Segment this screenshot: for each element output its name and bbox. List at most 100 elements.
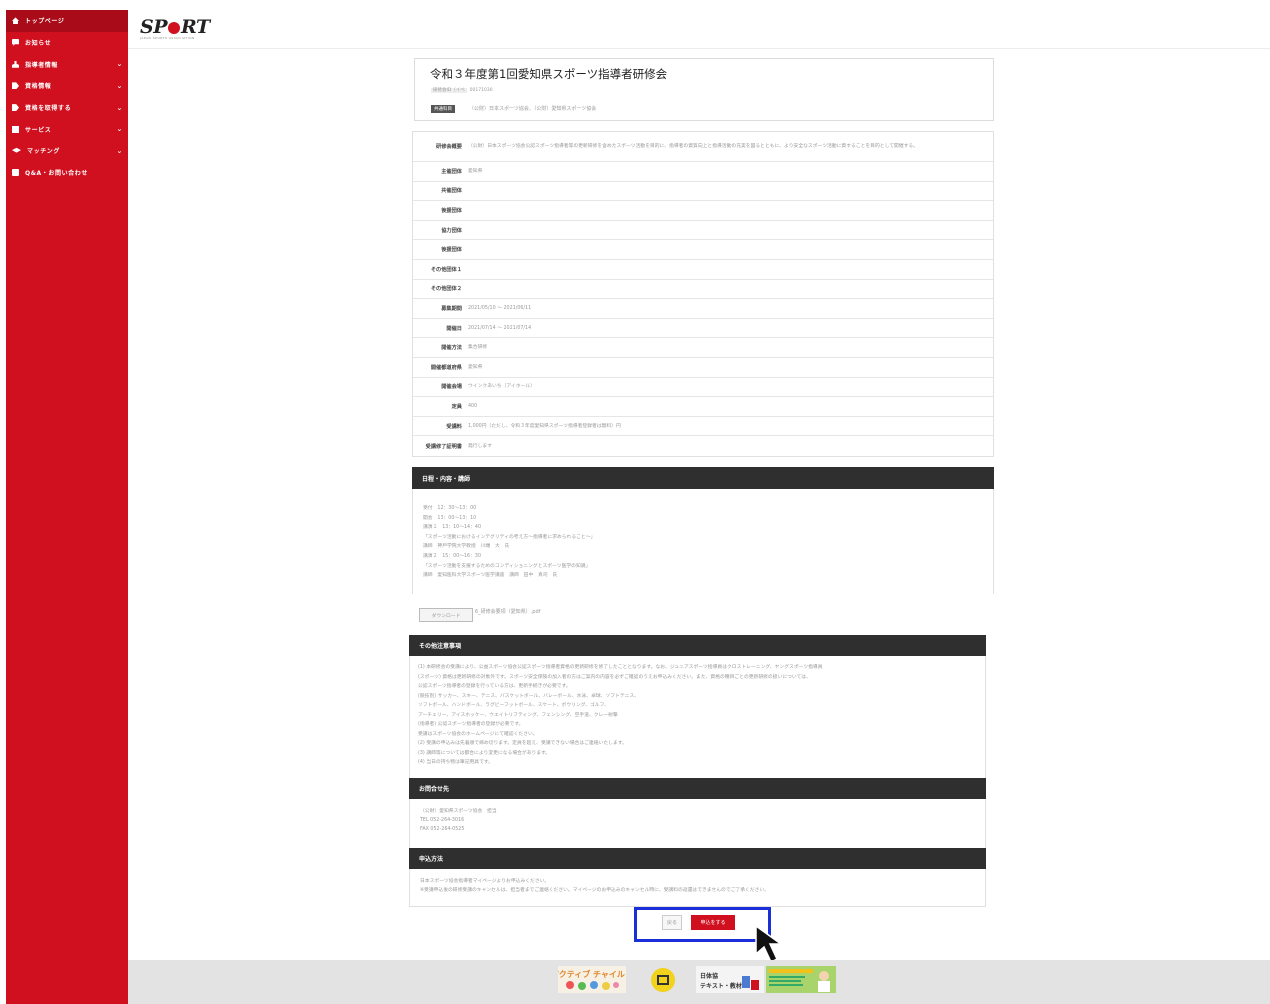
info-row: 開催日 2021/07/14 ～ 2021/07/14 [413,319,993,339]
info-key: 後援団体 [441,207,462,214]
info-row: 後援団体 [413,240,993,260]
chevron-down-icon[interactable]: ⌄ [117,104,123,112]
info-value: 集合研修 [468,345,488,351]
chevron-down-icon[interactable]: ⌄ [117,82,123,90]
footer-banner-textbook[interactable]: 日体協 テキスト・教材 [696,966,764,993]
apply-method-body: 日本スポーツ協会指導者マイページよりお申込みください。 ※受講申込後の研修受講の… [409,869,986,907]
event-organizer: （公財）日本スポーツ協会、（公財）愛知県スポーツ協会 [469,106,597,112]
info-value: 1,000円（ただし、令和３年度愛知県スポーツ指導者登録者は無料）円 [468,423,621,429]
mascot-banner-icon [651,968,675,992]
sidebar-item[interactable]: 指導者情報 ⌄ [6,53,128,75]
info-key: その他団体２ [430,286,462,293]
sidebar-item[interactable]: トップページ [6,10,128,32]
svg-text:日体協: 日体協 [700,972,718,980]
bubble-icon [12,39,19,47]
info-row: 研修会概要 （公財）日本スポーツ協会公認スポーツ指導者等の更新研修を含めたスポーツ… [413,132,993,162]
info-key: 開催会場 [441,384,462,391]
document-link[interactable]: 6_研修会要項（愛知県）.pdf [475,608,540,615]
cap-icon [12,147,21,153]
event-title-card: 令和３年度第1回愛知県スポーツ指導者研修会 研修会ID（イベ 00171030 … [414,58,994,121]
info-value: 2021/05/10 ～ 2021/06/11 [468,305,532,311]
download-button[interactable]: ダウンロード [419,608,473,622]
document-row: ダウンロード 6_研修会要項（愛知県）.pdf [413,598,985,632]
sidebar: トップページ お知らせ指導者情報 ⌄ 資格情報 ⌄ 資格を取得する ⌄ サービス ⌄ マッチング ⌄… [6,10,128,1004]
info-row: その他団体２ [413,280,993,300]
info-key: 開催方法 [441,345,462,352]
schedule-body: 受付 12：30～13：00 開会 13：00～13：10 講演１ 13：10～… [412,489,994,594]
info-row: 受講修了証明書 発行します [413,436,993,456]
chevron-down-icon[interactable]: ⌄ [117,60,123,68]
info-key: 研修会概要 [436,144,462,150]
sidebar-item-label: 指導者情報 [25,61,59,69]
tag-icon [12,104,19,112]
footer-banner-kids[interactable]: アクティブ チャイルド [551,966,633,993]
contact-text: （公財）愛知県スポーツ協会 担当 TEL 052-264-3016 FAX 05… [420,809,497,832]
info-key: その他団体１ [430,266,462,273]
info-key: 主催団体 [441,168,462,175]
apply-button[interactable]: 申込をする [691,915,735,930]
info-key: 共催団体 [441,188,462,195]
header-divider [128,48,1270,49]
info-row: 開催方法 集合研修 [413,338,993,358]
svg-text:アクティブ チャイルド: アクティブ チャイルド [558,969,626,979]
footer-banner-medicine[interactable] [766,966,836,993]
info-row: 開催会場 ウインクあいち（アイホール） [413,378,993,398]
sidebar-item-label: 資格を取得する [25,105,72,113]
person-icon [12,60,19,68]
contact-heading: お問合せ先 [409,778,986,799]
chevron-down-icon[interactable]: ⌄ [117,125,123,133]
info-value: 愛知県 [468,364,483,370]
info-key: 後援団体 [441,247,462,254]
info-row: 主催団体 愛知県 [413,162,993,182]
info-row: 後援団体 [413,201,993,221]
qa-icon [12,169,19,177]
sport-medicine-banner-icon [766,966,836,993]
logo-subtitle: JAPAN SPORTS ASSOCIATION [140,36,195,40]
info-key: 開催日 [446,325,462,332]
event-id: 研修会ID（イベ 00171030 [431,88,493,93]
notes-text: (1) 本研修会の受講により、公益スポーツ協会公認スポーツ指導者資格の更新研修を… [418,665,823,765]
info-key: 定員 [451,403,462,410]
logo-dot-icon [168,22,181,34]
sidebar-item[interactable]: お知らせ [6,32,128,54]
info-value: 2021/07/14 ～ 2021/07/14 [468,325,532,331]
notes-body: (1) 本研修会の受講により、公益スポーツ協会公認スポーツ指導者資格の更新研修を… [409,656,986,778]
sidebar-item-label: お知らせ [25,40,52,48]
sidebar-item[interactable]: マッチング ⌄ [6,140,128,162]
sidebar-item[interactable]: 資格情報 ⌄ [6,75,128,97]
info-key: 協力団体 [441,227,462,234]
site-logo[interactable]: SP RT [140,16,210,38]
info-value: ウインクあいち（アイホール） [468,384,535,390]
kids-sports-banner-icon: アクティブ チャイルド [551,966,633,993]
info-row: 定員 400 [413,397,993,417]
info-key: 受講料 [446,423,462,430]
sidebar-item-label: トップページ [25,18,65,26]
home-icon [12,17,19,25]
schedule-heading: 日程・内容・講師 [412,467,994,489]
info-row: 共催団体 [413,182,993,202]
book-icon [12,125,19,133]
sidebar-item[interactable]: サービス ⌄ [6,118,128,140]
info-value: 発行します [468,443,492,449]
info-row: 協力団体 [413,221,993,241]
sidebar-item-label: 資格情報 [25,83,52,91]
info-value: 愛知県 [468,168,483,174]
info-value: （公財）日本スポーツ協会公認スポーツ指導者等の更新研修を含めたスポーツ活動を目的… [468,144,919,149]
info-key: 募集期間 [441,305,462,312]
textbook-banner-icon: 日体協 テキスト・教材 [696,966,764,993]
footer-banner-mascot[interactable] [646,966,680,993]
sidebar-item-label: Q&A・お問い合わせ [25,170,88,178]
info-row: 開催都道府県 愛知県 [413,358,993,378]
chevron-down-icon[interactable]: ⌄ [117,147,123,155]
event-info-table: 研修会概要 （公財）日本スポーツ協会公認スポーツ指導者等の更新研修を含めたスポーツ… [412,131,994,457]
svg-text:テキスト・教材: テキスト・教材 [700,982,742,990]
schedule-text: 受付 12：30～13：00 開会 13：00～13：10 講演１ 13：10～… [423,506,596,579]
info-row: 募集期間 2021/05/10 ～ 2021/06/11 [413,299,993,319]
sidebar-item[interactable]: Q&A・お問い合わせ [6,162,128,184]
notes-heading: その他注意事項 [409,635,986,656]
sidebar-item-label: サービス [25,126,52,134]
sidebar-item-label: マッチング [27,148,61,156]
back-button[interactable]: 戻る [662,915,682,930]
sidebar-item[interactable]: 資格を取得する ⌄ [6,97,128,119]
info-row: その他団体１ [413,260,993,280]
